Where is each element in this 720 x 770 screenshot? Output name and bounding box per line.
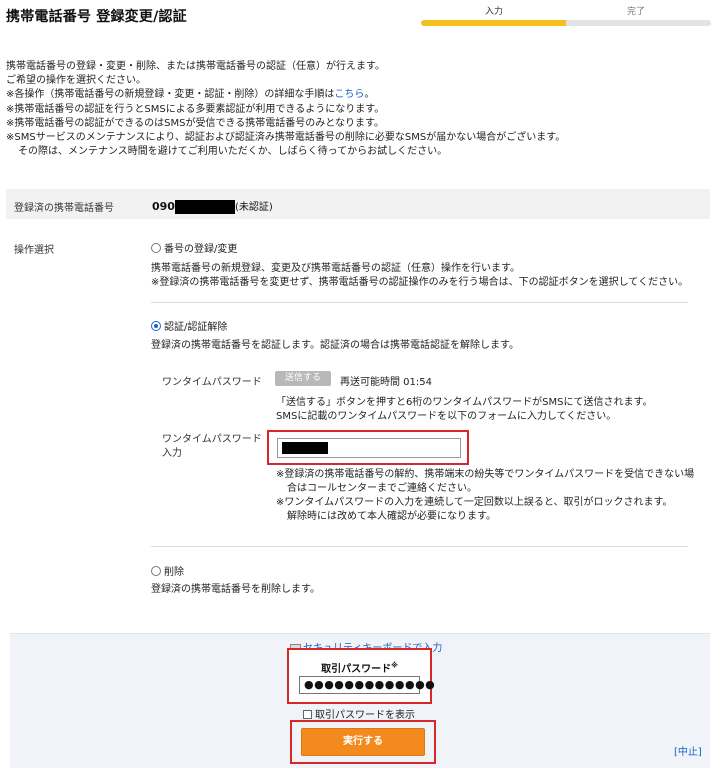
intro-line: その際は、メンテナンス時間を避けてご利用いただくか、しばらく待ってからお試しくだ… (18, 146, 448, 158)
otp-warning: ※登録済の携帯電話番号の解約、携帯端末の紛失等でワンタイムパスワードを受信できな… (276, 469, 695, 522)
otp-note: 「送信する」ボタンを押すと6桁のワンタイムパスワードがSMSにて送信されます。 … (276, 397, 653, 422)
intro-line: ※携帯電話番号の認証ができるのはSMSが受信できる携帯電話番号のみとなります。 (6, 117, 385, 129)
radio-auth[interactable]: 認証/認証解除 (151, 318, 227, 333)
step-input-bar (421, 20, 566, 26)
register-change-description: 携帯電話番号の新規登録、変更及び携帯電話番号の認証（任意）操作を行います。 ※登… (151, 263, 689, 288)
radio-icon[interactable] (151, 243, 161, 253)
password-input[interactable]: ●●●●●●●●●●●●● (299, 676, 435, 694)
registered-number-value: 090 (未認証) (152, 200, 273, 214)
divider (151, 302, 688, 303)
step-input-label: 入力 (484, 7, 503, 17)
intro-text: 携帯電話番号の登録・変更・削除、または携帯電話番号の認証（任意）が行えます。 ご… (6, 60, 706, 159)
step-complete-bar (566, 20, 711, 26)
intro-line: ※SMSサービスのメンテナンスにより、認証および認証済み携帯電話番号の削除に必要… (6, 132, 566, 144)
otp-input-highlight (267, 430, 469, 465)
redacted-otp (282, 442, 328, 454)
password-highlight: 取引パスワード※ ●●●●●●●●●●●●● (287, 648, 435, 704)
redacted-number (174, 200, 235, 214)
procedure-link[interactable]: こちら (334, 89, 364, 100)
page-header: 携帯電話番号 登録変更/認証 入力 完了 (0, 0, 720, 40)
intro-line: ご希望の操作を選択ください。 (6, 75, 146, 87)
step-complete-label: 完了 (626, 7, 645, 17)
execute-button[interactable]: 実行する (301, 728, 425, 756)
auth-status: (未認証) (234, 202, 273, 213)
intro-line: ※携帯電話番号の認証を行うとSMSによる多要素認証が利用できるようになります。 (6, 103, 385, 115)
divider (151, 546, 688, 547)
registered-number-row: 登録済の携帯電話番号 090 (未認証) (6, 189, 710, 219)
page-title: 携帯電話番号 登録変更/認証 (6, 9, 187, 25)
radio-icon[interactable] (151, 566, 161, 576)
cancel-link[interactable]: [中止] (674, 743, 702, 758)
otp-label: ワンタイムパスワード (162, 377, 262, 388)
otp-input-label: ワンタイムパスワード 入力 (162, 434, 262, 459)
intro-line: ※各操作（携帯電話番号の新規登録・変更・認証・削除）の詳細な手順はこちら。 (6, 89, 375, 101)
operation-label: 操作選択 (14, 245, 54, 256)
delete-description: 登録済の携帯電話番号を削除します。 (151, 584, 320, 595)
password-label: 取引パスワード※ (321, 661, 398, 675)
auth-description: 登録済の携帯電話番号を認証します。認証済の場合は携帯電話認証を解除します。 (151, 340, 519, 351)
otp-input[interactable] (277, 438, 461, 458)
show-password-toggle[interactable]: 取引パスワードを表示 (303, 706, 415, 721)
intro-line: 携帯電話番号の登録・変更・削除、または携帯電話番号の認証（任意）が行えます。 (6, 61, 385, 72)
radio-icon[interactable] (151, 321, 161, 331)
radio-register-change[interactable]: 番号の登録/変更 (151, 240, 237, 255)
radio-delete[interactable]: 削除 (151, 563, 184, 578)
confirm-panel: セキュリティキーボードで入力 取引パスワード※ ●●●●●●●●●●●●● 取引… (10, 633, 710, 768)
registered-number-label: 登録済の携帯電話番号 (14, 203, 114, 214)
execute-highlight: 実行する (290, 720, 436, 764)
checkbox-icon[interactable] (303, 710, 312, 719)
send-otp-button[interactable]: 送信する (275, 371, 331, 386)
resend-timer: 再送可能時間 01:54 (340, 377, 432, 388)
